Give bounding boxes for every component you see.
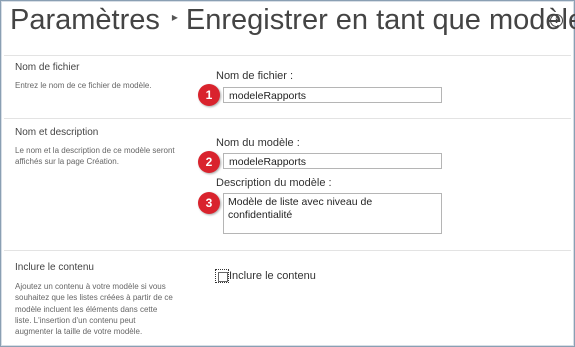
template-name-input[interactable]: modeleRapports [223,153,442,169]
callout-badge-1: 1 [198,84,220,106]
include-content-label[interactable]: Inclure le contenu [229,270,316,282]
include-content-checkbox[interactable] [218,272,228,282]
section-divider [4,55,571,56]
page-title-text: Enregistrer en tant que modèle [185,4,575,36]
section-desc-filename: Entrez le nom de ce fichier de modèle. [15,81,152,90]
section-divider [4,250,571,251]
include-content-checkbox-focus[interactable] [215,269,229,283]
callout-badge-3: 3 [198,192,220,214]
filename-label: Nom de fichier : [216,70,294,82]
dialog-frame: Paramètres ▸ Enregistrer en tant que modèl… [0,0,575,347]
breadcrumb-separator-icon: ▸ [171,10,178,24]
breadcrumb-root[interactable]: Paramètres [10,4,160,36]
section-desc-include-content: Ajoutez un contenu à votre modèle si vou… [15,282,173,337]
page-title: Paramètres ▸ Enregistrer en tant que modèl… [10,4,575,37]
template-description-label: Description du modèle : [216,177,332,189]
template-name-label: Nom du modèle : [216,137,300,149]
info-icon[interactable]: i [550,14,563,27]
section-desc-name-description: Le nom et la description de ce modèle se… [15,146,175,167]
section-title-include-content: Inclure le contenu [15,262,94,273]
section-title-name-description: Nom et description [15,127,99,138]
section-divider [4,118,571,119]
section-title-filename: Nom de fichier [15,62,80,73]
filename-input[interactable]: modeleRapports [223,87,442,103]
template-description-textarea[interactable]: Modèle de liste avec niveau de confident… [223,193,442,234]
callout-badge-2: 2 [198,151,220,173]
